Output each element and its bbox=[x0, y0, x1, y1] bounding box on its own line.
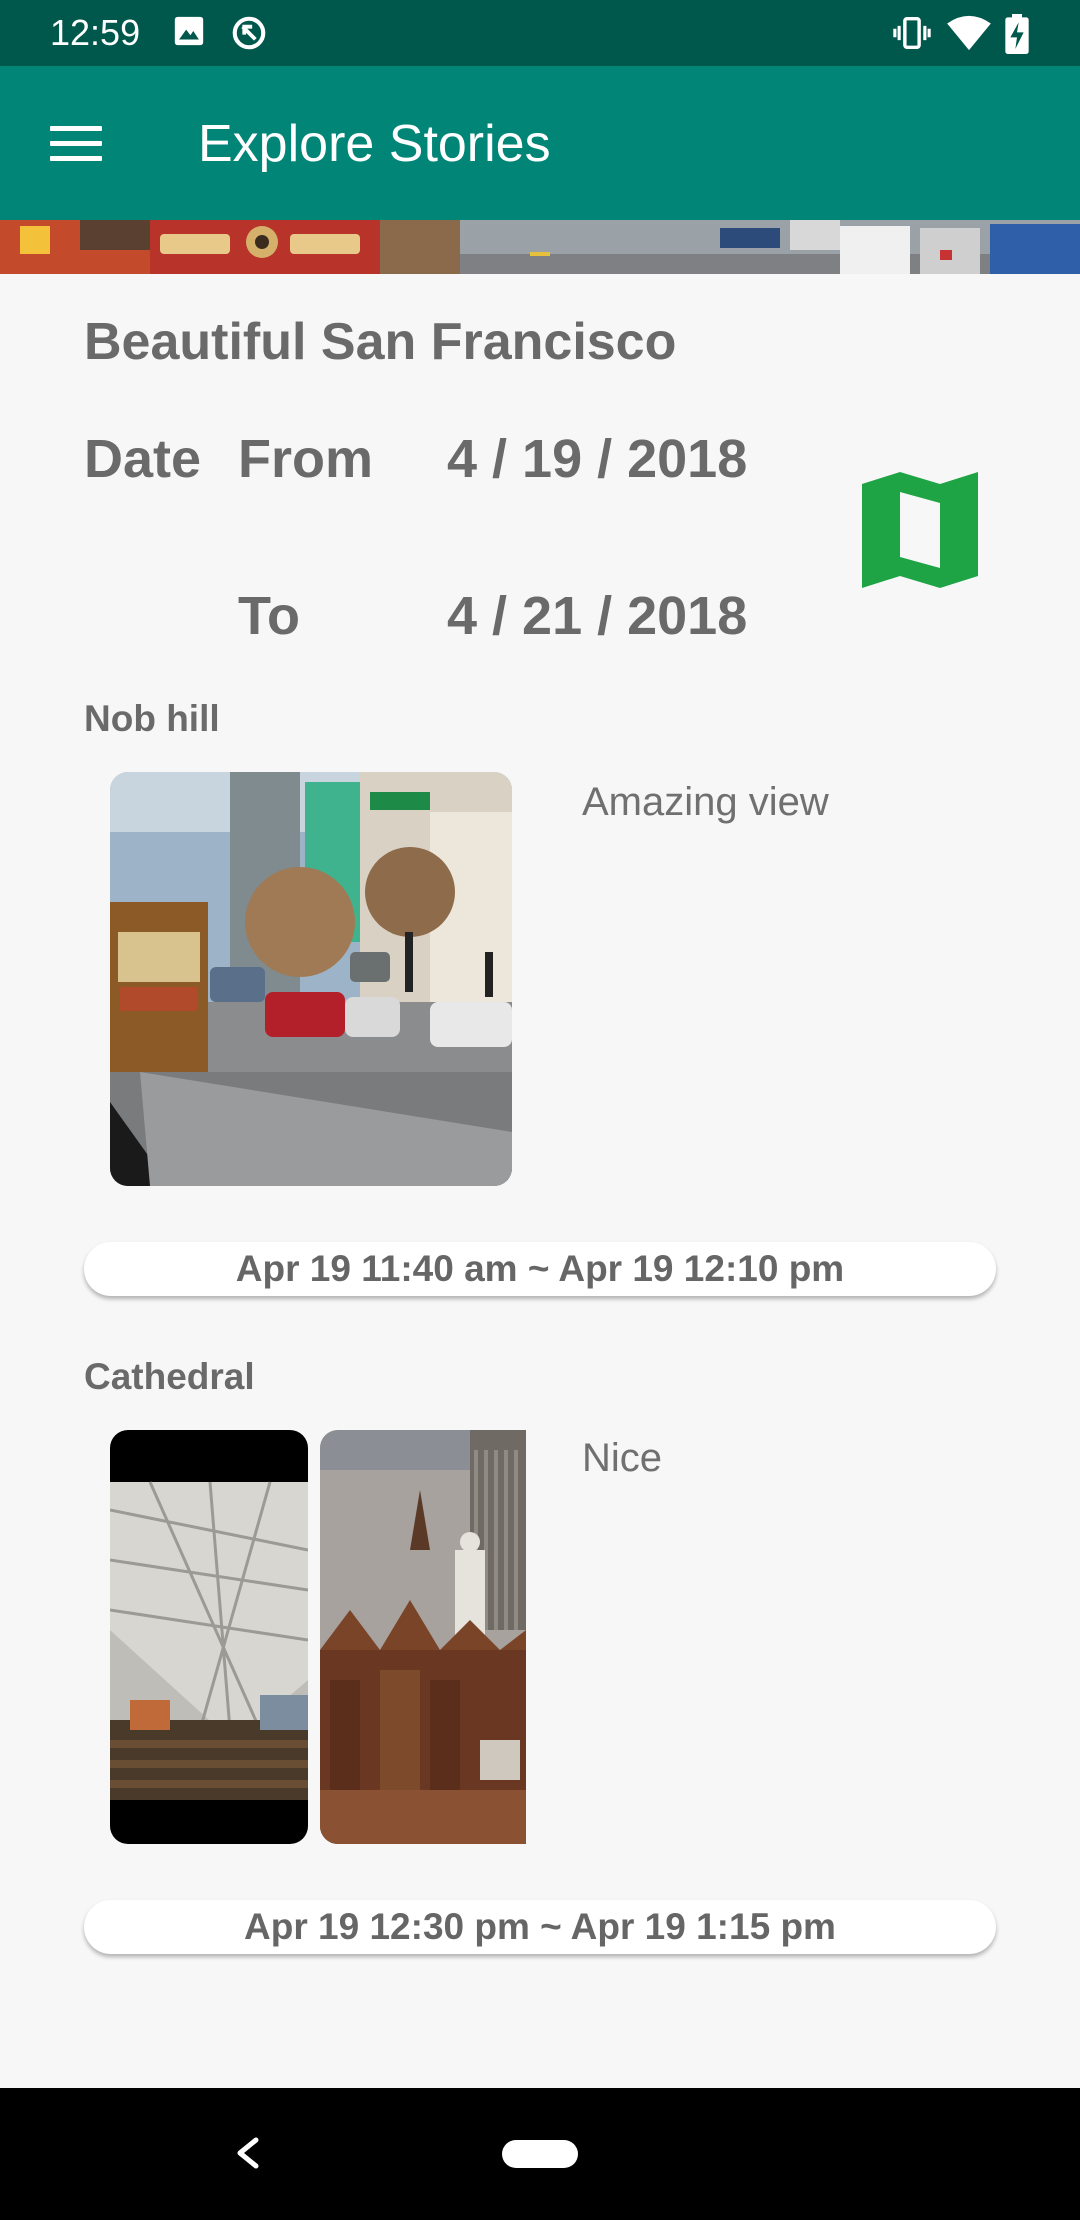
system-nav-bar bbox=[0, 2088, 1080, 2220]
vibrate-icon bbox=[893, 17, 931, 49]
status-time: 12:59 bbox=[50, 12, 141, 53]
place-photo[interactable] bbox=[110, 1430, 308, 1844]
home-pill-icon[interactable] bbox=[502, 2140, 578, 2168]
app-title: Explore Stories bbox=[198, 115, 551, 173]
wifi-icon bbox=[947, 15, 991, 51]
to-date-value[interactable]: 4 / 21 / 2018 bbox=[447, 585, 747, 647]
sync-icon bbox=[232, 16, 266, 50]
place-note: Amazing view bbox=[582, 780, 829, 824]
time-range-pill[interactable]: Apr 19 12:30 pm ~ Apr 19 1:15 pm bbox=[84, 1900, 996, 1954]
header-banner-image bbox=[0, 220, 1080, 274]
place-name: Nob hill bbox=[84, 698, 220, 739]
place-note: Nice bbox=[582, 1436, 663, 1480]
place-photo[interactable] bbox=[110, 772, 512, 1186]
story-title: Beautiful San Francisco bbox=[84, 313, 677, 371]
back-chevron-icon[interactable] bbox=[222, 2118, 272, 2188]
place-name: Cathedral bbox=[84, 1356, 255, 1397]
to-label: To bbox=[238, 586, 300, 646]
from-date-value[interactable]: 4 / 19 / 2018 bbox=[447, 428, 747, 490]
from-label: From bbox=[238, 429, 373, 489]
date-label: Date bbox=[84, 429, 202, 489]
status-bar: 12:59 bbox=[0, 0, 1080, 66]
image-icon bbox=[174, 16, 204, 46]
time-range-pill[interactable]: Apr 19 11:40 am ~ Apr 19 12:10 pm bbox=[84, 1242, 996, 1296]
app-bar: Explore Stories bbox=[0, 66, 1080, 220]
place-photo[interactable] bbox=[320, 1430, 526, 1844]
map-icon[interactable] bbox=[860, 470, 980, 590]
battery-charging-icon bbox=[1005, 14, 1029, 54]
hamburger-menu-icon[interactable] bbox=[30, 106, 126, 180]
